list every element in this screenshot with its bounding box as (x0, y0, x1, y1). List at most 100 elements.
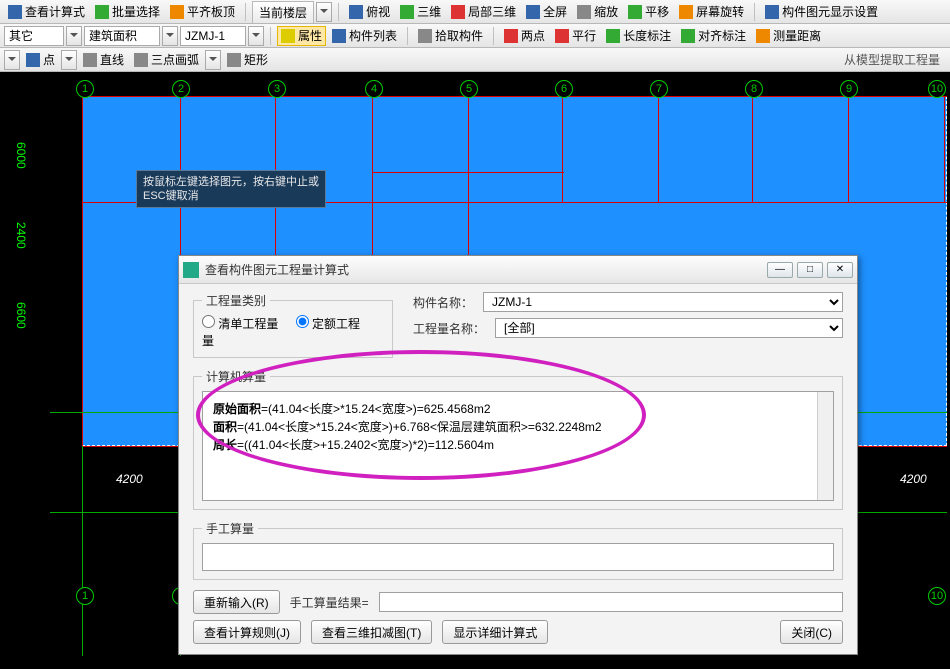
grid-num: 9 (840, 80, 858, 98)
draw-arc3[interactable]: 三点画弧 (130, 50, 203, 70)
combo-category[interactable]: 其它 (4, 26, 64, 46)
axis-y-label: 6600 (14, 302, 28, 329)
view-pan[interactable]: 平移 (624, 2, 673, 22)
btn-label: 测量距离 (773, 27, 821, 44)
axis-y-label: 2400 (14, 222, 28, 249)
btn-member-list[interactable]: 构件列表 (328, 26, 401, 46)
toolbar-3: 点 直线 三点画弧 矩形 从模型提取工程量 (0, 48, 950, 72)
view-rotate[interactable]: 屏幕旋转 (675, 2, 748, 22)
toolbar-2: 其它 建筑面积 JZMJ-1 属性 构件列表 拾取构件 两点 平行 长度标注 对… (0, 24, 950, 48)
view-display-settings[interactable]: 构件图元显示设置 (761, 2, 882, 22)
lendim-icon (606, 29, 620, 43)
view-fullscreen[interactable]: 全屏 (522, 2, 571, 22)
menu-align-slab[interactable]: 平齐板顶 (166, 2, 239, 22)
btn-label: 长度标注 (623, 27, 671, 44)
draw-point[interactable]: 点 (22, 50, 59, 70)
btn-parallel[interactable]: 平行 (551, 26, 600, 46)
group-legend: 计算机算量 (202, 368, 270, 385)
manual-input[interactable] (202, 543, 834, 571)
view-3d[interactable]: 三维 (396, 2, 445, 22)
arc-icon (134, 53, 148, 67)
group-legend: 手工算量 (202, 520, 258, 537)
select-qty-name[interactable]: [全部] (495, 318, 843, 338)
grid-num: 8 (745, 80, 763, 98)
btn-label: 直线 (100, 51, 124, 68)
group-computer-calc: 计算机算量 原始面积=(41.04<长度>*15.24<宽度>)=625.456… (193, 368, 843, 510)
list-icon (332, 29, 346, 43)
label-member-name: 构件名称： (413, 294, 473, 311)
btn-two-point[interactable]: 两点 (500, 26, 549, 46)
cube-icon (400, 5, 414, 19)
arc-dd[interactable] (205, 50, 221, 70)
point-dd[interactable] (61, 50, 77, 70)
grid-num: 6 (555, 80, 573, 98)
menu-batch-select[interactable]: 批量选择 (91, 2, 164, 22)
align-icon (170, 5, 184, 19)
draw-line[interactable]: 直线 (79, 50, 128, 70)
grid-num: 10 (928, 587, 946, 605)
menu-label: 平齐板顶 (187, 3, 235, 20)
maximize-button[interactable]: □ (797, 262, 823, 278)
manual-result-field[interactable] (379, 592, 843, 612)
calc-val: =((41.04<长度>+15.2402<宽度>)*2)=112.5604m (237, 438, 494, 452)
group-legend: 工程量类别 (202, 292, 270, 309)
view-local3d[interactable]: 局部三维 (447, 2, 520, 22)
menu-label: 平移 (645, 3, 669, 20)
properties-icon (281, 29, 295, 43)
scrollbar[interactable] (817, 392, 833, 500)
label-manual-result: 手工算量结果= (290, 594, 369, 611)
btn-label: 平行 (572, 27, 596, 44)
combo-member[interactable]: JZMJ-1 (180, 26, 246, 46)
select-icon (95, 5, 109, 19)
btn-align-dim[interactable]: 对齐标注 (677, 26, 750, 46)
view-top[interactable]: 俯视 (345, 2, 394, 22)
group-qty-type: 工程量类别 清单工程量 定额工程量 (193, 292, 393, 358)
pan-icon (628, 5, 642, 19)
btn-measure[interactable]: 测量距离 (752, 26, 825, 46)
calc-result-box[interactable]: 原始面积=(41.04<长度>*15.24<宽度>)=625.4568m2 面积… (202, 391, 834, 501)
btn-show-detail[interactable]: 显示详细计算式 (442, 620, 548, 644)
point-icon (26, 53, 40, 67)
btn-view-3d[interactable]: 查看三维扣减图(T) (311, 620, 432, 644)
local3d-icon (451, 5, 465, 19)
ruler-icon (756, 29, 770, 43)
btn-view-rule[interactable]: 查看计算规则(J) (193, 620, 301, 644)
btn-reenter[interactable]: 重新输入(R) (193, 590, 280, 614)
btn-length-dim[interactable]: 长度标注 (602, 26, 675, 46)
calc-dialog: 查看构件图元工程量计算式 — □ ✕ 工程量类别 清单工程量 定额工程量 构件名… (178, 255, 858, 655)
menu-label: 三维 (417, 3, 441, 20)
minimize-button[interactable]: — (767, 262, 793, 278)
tab-label: 当前楼层 (259, 4, 307, 21)
aligndim-icon (681, 29, 695, 43)
undo-dd[interactable] (4, 50, 20, 70)
view-zoom[interactable]: 缩放 (573, 2, 622, 22)
dialog-titlebar[interactable]: 查看构件图元工程量计算式 — □ ✕ (179, 256, 857, 284)
btn-label: 点 (43, 51, 55, 68)
btn-properties[interactable]: 属性 (277, 26, 326, 46)
group-manual-calc: 手工算量 (193, 520, 843, 580)
menu-label: 缩放 (594, 3, 618, 20)
radio-list-qty[interactable]: 清单工程量 (202, 317, 278, 331)
combo-type[interactable]: 建筑面积 (84, 26, 160, 46)
combo-member-dd[interactable] (248, 26, 264, 46)
select-member-name[interactable]: JZMJ-1 (483, 292, 843, 312)
combo-category-dd[interactable] (66, 26, 82, 46)
calc-icon (8, 5, 22, 19)
btn-label: 矩形 (244, 51, 268, 68)
zoom-icon (577, 5, 591, 19)
menu-view-calc[interactable]: 查看计算式 (4, 2, 89, 22)
tab-current-floor[interactable]: 当前楼层 (252, 1, 314, 23)
btn-pick-member[interactable]: 拾取构件 (414, 26, 487, 46)
menu-label: 批量选择 (112, 3, 160, 20)
tab-dropdown[interactable] (316, 2, 332, 22)
grid-num: 4 (365, 80, 383, 98)
dialog-icon (183, 262, 199, 278)
combo-type-dd[interactable] (162, 26, 178, 46)
grid-num: 7 (650, 80, 668, 98)
btn-label: 构件列表 (349, 27, 397, 44)
dimension-text: 4200 (116, 472, 143, 486)
btn-close[interactable]: 关闭(C) (780, 620, 843, 644)
close-button[interactable]: ✕ (827, 262, 853, 278)
draw-rect[interactable]: 矩形 (223, 50, 272, 70)
axis-y-label: 6000 (14, 142, 28, 169)
